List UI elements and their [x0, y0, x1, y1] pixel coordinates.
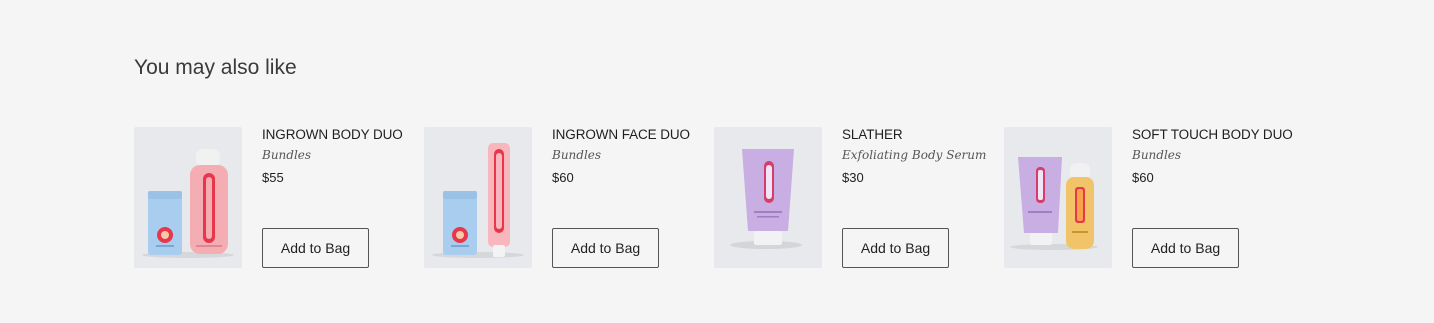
product-price: $55: [262, 170, 284, 185]
product-name[interactable]: SLATHER: [842, 127, 1002, 142]
product-price: $60: [552, 170, 574, 185]
section-title: You may also like: [134, 56, 297, 79]
add-to-bag-button[interactable]: Add to Bag: [262, 228, 369, 268]
product-name[interactable]: INGROWN FACE DUO: [552, 127, 712, 142]
product-price: $60: [1132, 170, 1154, 185]
product-category: Bundles: [262, 148, 312, 162]
add-to-bag-button[interactable]: Add to Bag: [842, 228, 949, 268]
soft-touch-duo-image[interactable]: [1004, 127, 1112, 268]
product-card: SLATHER Exfoliating Body Serum $30 Add t…: [714, 127, 1004, 268]
body-duo-product-image[interactable]: [134, 127, 242, 268]
add-to-bag-button[interactable]: Add to Bag: [1132, 228, 1239, 268]
product-card: INGROWN BODY DUO Bundles $55 Add to Bag: [134, 127, 424, 268]
add-to-bag-button[interactable]: Add to Bag: [552, 228, 659, 268]
product-carousel: INGROWN BODY DUO Bundles $55 Add to Bag: [134, 127, 1294, 268]
product-card: SOFT TOUCH BODY DUO Bundles $60 Add to B…: [1004, 127, 1294, 268]
product-name[interactable]: INGROWN BODY DUO: [262, 127, 422, 142]
product-category: Bundles: [1132, 148, 1182, 162]
product-category: Bundles: [552, 148, 602, 162]
product-price: $30: [842, 170, 864, 185]
face-duo-product-image[interactable]: [424, 127, 532, 268]
slather-tube-image[interactable]: [714, 127, 822, 268]
product-card: INGROWN FACE DUO Bundles $60 Add to Bag: [424, 127, 714, 268]
product-category: Exfoliating Body Serum: [842, 148, 987, 162]
product-name[interactable]: SOFT TOUCH BODY DUO: [1132, 127, 1293, 142]
